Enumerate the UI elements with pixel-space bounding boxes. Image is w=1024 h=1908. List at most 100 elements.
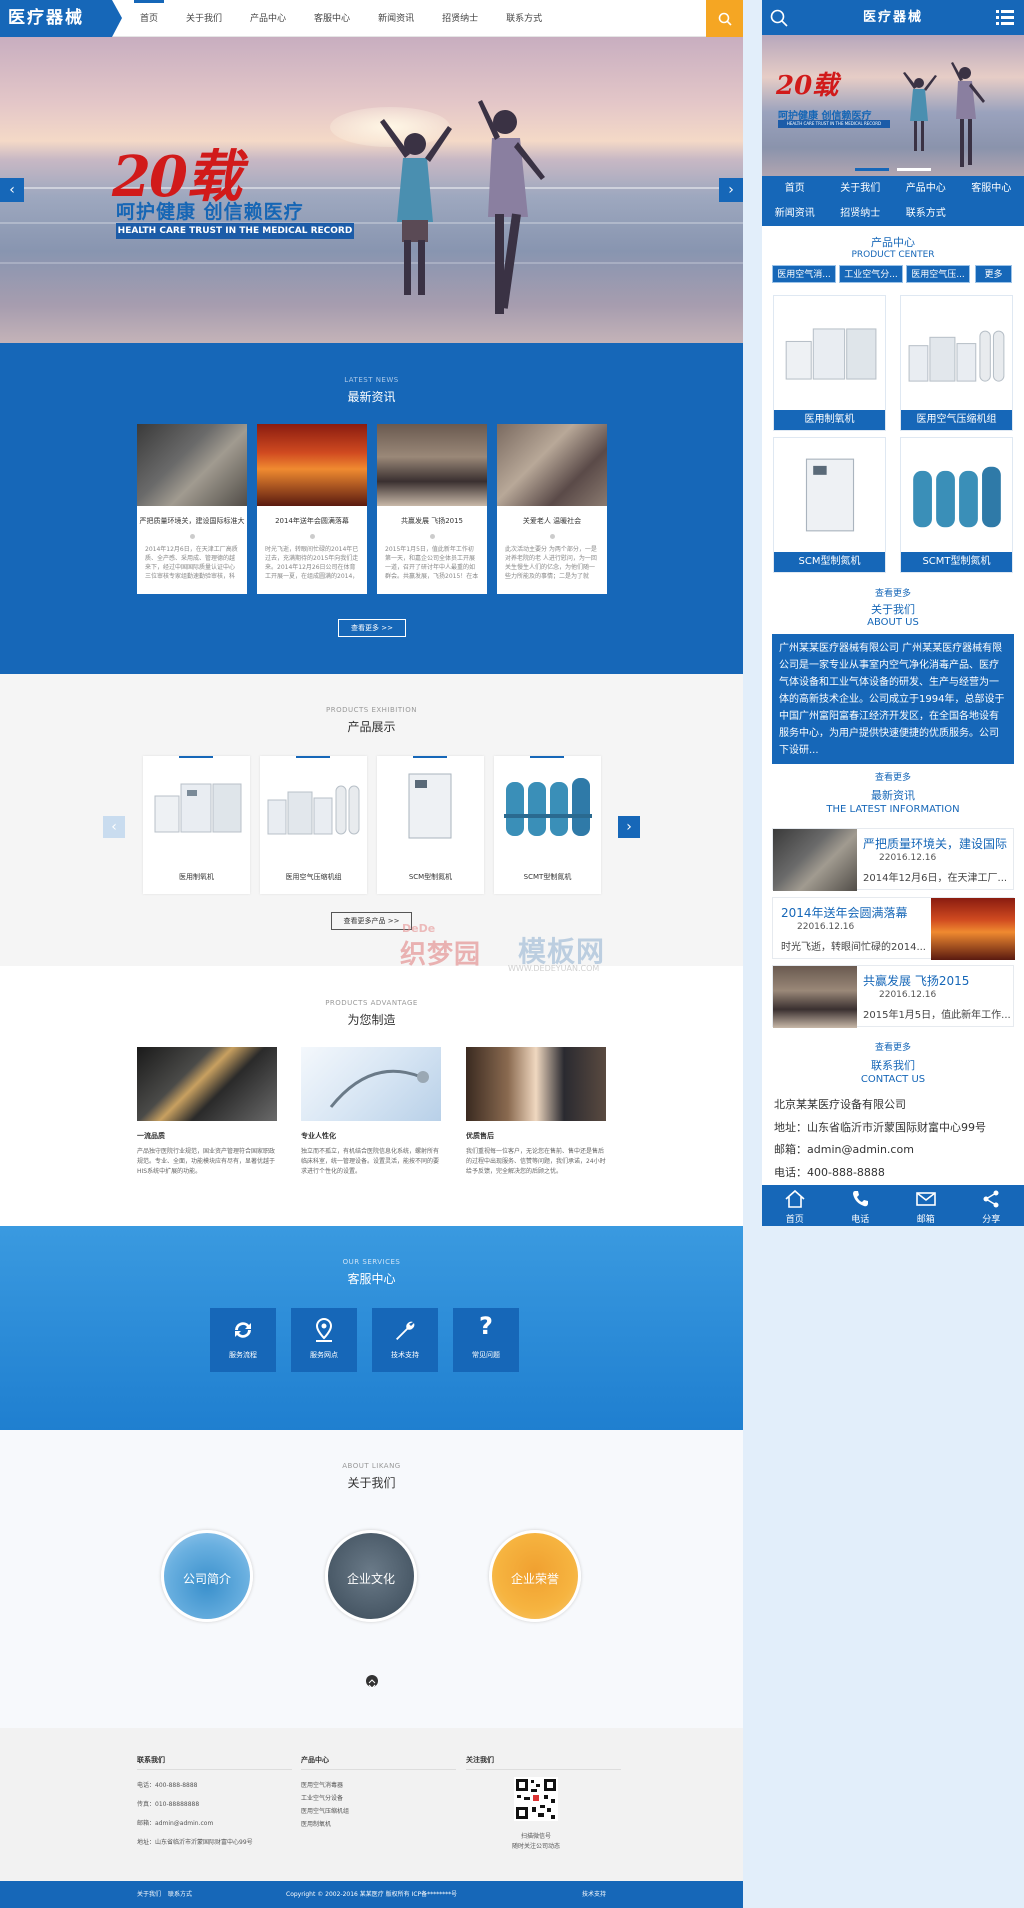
news-photo [377, 424, 487, 506]
mobile-news-item[interactable]: 严把质量环境关，建设国际 22016.12.16 2014年12月6日，在天津工… [772, 828, 1014, 891]
mobile-about-more-link[interactable]: 查看更多 [762, 770, 1024, 783]
news-section: LATEST NEWS 最新资讯 严把质量环境关，建设国际标准大 2014年12… [0, 343, 743, 674]
product-card[interactable]: SCMT型制氮机 [494, 756, 601, 894]
nav-contact[interactable]: 联系方式 [492, 0, 556, 37]
mobile-product-card[interactable]: 医用空气压缩机组 [900, 295, 1013, 431]
mobile-product-tab[interactable]: 医用空气消... [772, 265, 836, 283]
news-card[interactable]: 严把质量环境关，建设国际标准大 2014年12月6日，在天津工厂高质质、全产感、… [137, 424, 247, 594]
tech-support-button[interactable]: 技术支持 [372, 1308, 438, 1372]
mobile-nav-service[interactable]: 客服中心 [959, 176, 1024, 201]
footer-products-heading: 产品中心 [301, 1755, 456, 1770]
search-button[interactable] [706, 0, 743, 37]
product-card[interactable]: 医用制氧机 [143, 756, 250, 894]
mobile-news-date: 22016.12.16 [879, 853, 937, 863]
mobile-nav-products[interactable]: 产品中心 [893, 176, 959, 201]
mobile-products-title-en: PRODUCT CENTER [851, 250, 935, 260]
mobile-product-card[interactable]: SCMT型制氮机 [900, 437, 1013, 573]
nav-products[interactable]: 产品中心 [236, 0, 300, 37]
news-card[interactable]: 2014年送年会圆满落幕 时光飞逝，转眼间忙碌的2014年已过去，充满期待的20… [257, 424, 367, 594]
news-more-button[interactable]: 查看更多 >> [338, 619, 406, 637]
faq-button[interactable]: ? 常见问题 [453, 1308, 519, 1372]
product-image-compressor [267, 785, 360, 835]
desktop-page: 医疗器械 首页 关于我们 产品中心 客服中心 新闻资讯 招贤纳士 联系方式 20… [0, 0, 743, 1908]
watermark-url: WWW.DEDEYUAN.COM [508, 964, 600, 973]
exhibit-next-button[interactable]: › [618, 816, 640, 838]
company-honor-circle[interactable]: 企业荣誉 [489, 1530, 581, 1622]
copyright-contact-link[interactable]: 联系方式 [168, 1881, 192, 1908]
mobile-nav-news[interactable]: 新闻资讯 [762, 201, 828, 226]
mobile-logo[interactable]: 医疗器械 [762, 0, 1024, 35]
site-footer: 联系我们 电话：400-888-8888 传真：010-88888888 邮箱：… [0, 1728, 743, 1881]
mobile-product-more-tab[interactable]: 更多 [975, 265, 1012, 283]
news-photo [137, 424, 247, 506]
share-icon [983, 1190, 999, 1208]
product-image-scm [805, 458, 855, 532]
mobile-nav-contact[interactable]: 联系方式 [893, 201, 959, 226]
advantage-desc: 独立而不孤立，有机结合医院信息化系统，螺射所有临床科室，统一管理设备。设置灵活，… [301, 1148, 440, 1175]
footer-fax: 传真：010-88888888 [137, 1801, 200, 1808]
mobile-preview: 医疗器械 20载 呵护健康 创信赖医疗 HEALTH CARE TRUST IN… [762, 0, 1024, 1226]
exhibit-prev-button[interactable]: ‹ [103, 816, 125, 838]
product-card[interactable]: 医用空气压缩机组 [260, 756, 367, 894]
footer-product-link[interactable]: 医用制氧机 [301, 1819, 456, 1828]
search-icon [718, 12, 732, 26]
nav-jobs[interactable]: 招贤纳士 [428, 0, 492, 37]
mobile-nav-about[interactable]: 关于我们 [828, 176, 894, 201]
watermark-text-1: 织梦园 [400, 940, 482, 970]
nav-home[interactable]: 首页 [126, 0, 172, 37]
product-card[interactable]: SCM型制氮机 [377, 756, 484, 894]
slider-dot-active[interactable] [855, 168, 889, 171]
service-flow-button[interactable]: 服务流程 [210, 1308, 276, 1372]
company-profile-circle[interactable]: 公司简介 [161, 1530, 253, 1622]
news-card[interactable]: 关爱老人 温暖社会 此次活动主要分 为两个部分，一是对养老院的老 人进行慰问，为… [497, 424, 607, 594]
advantage-section: PRODUCTS ADVANTAGE 为您制造 一流品质 产品独守医院行业规范，… [0, 966, 743, 1226]
banner-next-button[interactable]: › [719, 178, 743, 202]
footer-product-link[interactable]: 医用空气压缩机组 [301, 1806, 456, 1815]
menu-icon[interactable] [996, 9, 1014, 26]
service-network-button[interactable]: 服务网点 [291, 1308, 357, 1372]
mobile-news-item[interactable]: 2014年送年会圆满落幕 22016.12.16 时光飞逝，转眼间忙碌的2014… [772, 897, 1015, 960]
mobile-product-tab[interactable]: 医用空气压... [906, 265, 970, 283]
mobile-news-item[interactable]: 共赢发展 飞扬2015 22016.12.16 2015年1月5日，值此新年工作… [772, 965, 1014, 1028]
mobile-nav-home[interactable]: 首页 [762, 176, 828, 201]
mobile-footer-email[interactable]: 邮箱 [893, 1185, 959, 1226]
product-card-label: SCM型制氮机 [408, 873, 453, 881]
mobile-nav-jobs[interactable]: 招贤纳士 [828, 201, 894, 226]
banner-prev-button[interactable]: ‹ [0, 178, 24, 202]
scroll-up-icon[interactable] [366, 1675, 378, 1689]
mobile-product-card[interactable]: SCM型制氮机 [773, 437, 886, 573]
nav-about[interactable]: 关于我们 [172, 0, 236, 37]
news-card[interactable]: 共赢发展 飞扬2015 2015年1月5日，值此新年工作初第一天，和嘉企公司全体… [377, 424, 487, 594]
mobile-footer-phone[interactable]: 电话 [828, 1185, 894, 1226]
wrench-icon [396, 1321, 415, 1340]
mobile-product-card[interactable]: 医用制氧机 [773, 295, 886, 431]
card-accent-bar [413, 756, 447, 758]
advantage-desc: 产品独守医院行业规范，国业资产管理符合国家职政规范。专业、全面，功能模块应有尽有… [137, 1148, 276, 1175]
footer-product-link[interactable]: 医用空气消毒器 [301, 1780, 456, 1789]
company-culture-circle[interactable]: 企业文化 [325, 1530, 417, 1622]
service-label: 常见问题 [472, 1351, 500, 1359]
site-logo[interactable]: 医疗器械 [0, 0, 122, 37]
mobile-news-date: 22016.12.16 [879, 990, 937, 1000]
mobile-address: 地址：山东省临沂市沂蒙国际财富中心99号 [774, 1121, 986, 1134]
nav-service[interactable]: 客服中心 [300, 0, 364, 37]
footer-product-link[interactable]: 工业空气分设备 [301, 1793, 456, 1802]
mobile-products-more-link[interactable]: 查看更多 [762, 586, 1024, 599]
mobile-about-title: 关于我们 [871, 603, 915, 616]
news-divider-dot [189, 534, 195, 539]
nav-news[interactable]: 新闻资讯 [364, 0, 428, 37]
mobile-news-desc: 2015年1月5日，值此新年工作... [863, 1010, 1011, 1021]
product-image-scmt [504, 778, 592, 836]
phone-icon [853, 1191, 869, 1207]
slider-dot[interactable] [897, 168, 931, 171]
mobile-footer-home[interactable]: 首页 [762, 1185, 828, 1226]
mobile-footer-share[interactable]: 分享 [959, 1185, 1024, 1226]
mobile-news-more-link[interactable]: 查看更多 [762, 1040, 1024, 1053]
service-label: 技术支持 [391, 1351, 419, 1359]
tech-support-link[interactable]: 技术支持 [582, 1881, 606, 1908]
mobile-product-tab[interactable]: 工业空气分... [839, 265, 903, 283]
footer-address: 地址：山东省临沂市沂蒙国际财富中心99号 [137, 1839, 253, 1846]
mobile-news-desc: 时光飞逝，转眼间忙碌的2014... [781, 942, 926, 953]
footer-follow-heading: 关注我们 [466, 1755, 621, 1770]
copyright-about-link[interactable]: 关于我们 [137, 1881, 161, 1908]
